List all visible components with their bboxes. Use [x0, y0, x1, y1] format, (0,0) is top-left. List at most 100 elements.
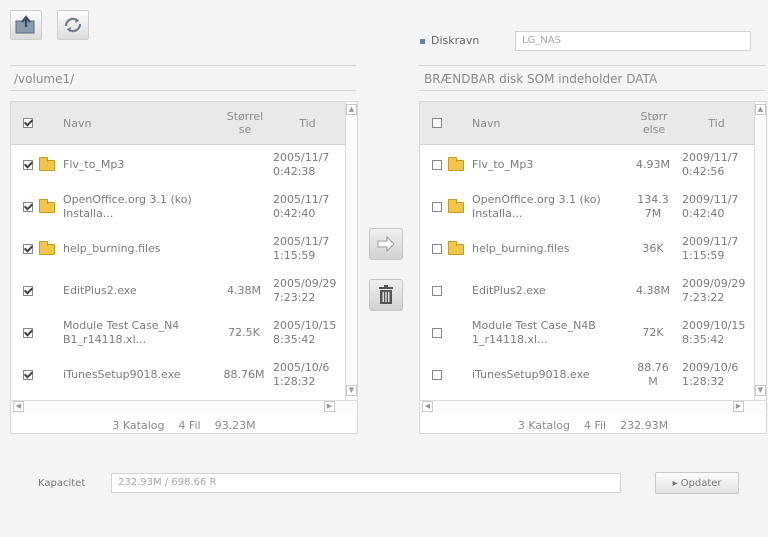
table-header: Navn Størr else Tid: [420, 102, 754, 145]
file-time: 2009/09/29 7:23:22: [682, 277, 746, 304]
file-time: 2009/11/7 0:42:40: [682, 193, 739, 220]
right-file-panel: Navn Størr else Tid Flv_to_Mp3 4.93M 2009/…: [419, 101, 767, 434]
scroll-up-button[interactable]: ▲: [346, 104, 357, 115]
file-size: 4.38M: [227, 284, 261, 297]
table-header: Navn Størrel se Tid: [11, 102, 345, 145]
table-row[interactable]: EditPlus2.exe 4.38M 2009/09/29 7:23:22: [420, 270, 754, 312]
folder-icon: [448, 241, 464, 255]
right-summary: 3 Katalog 4 Fil 232.93M: [420, 419, 766, 432]
row-checkbox[interactable]: [23, 202, 33, 212]
file-name[interactable]: iTunesSetup9018.exe: [63, 368, 223, 382]
copy-right-button[interactable]: [369, 228, 403, 260]
file-name[interactable]: EditPlus2.exe: [63, 284, 223, 298]
scroll-left-button[interactable]: ◀: [422, 401, 433, 412]
table-row[interactable]: OpenOffice.org 3.1 (ko) Installa... 2005/…: [11, 186, 345, 228]
row-checkbox[interactable]: [432, 370, 442, 380]
file-name[interactable]: help_burning.files: [472, 242, 632, 256]
disk-name-input[interactable]: LG_NAS: [515, 31, 751, 51]
file-time: 2009/11/7 0:42:56: [682, 151, 739, 178]
file-name[interactable]: Flv_to_Mp3: [63, 158, 223, 172]
folder-icon: [39, 157, 55, 171]
table-row[interactable]: help_burning.files 36K 2009/11/7 1:15:59: [420, 228, 754, 270]
file-name[interactable]: Flv_to_Mp3: [472, 158, 632, 172]
folder-icon: [448, 199, 464, 213]
vertical-scrollbar[interactable]: ▲ ▼: [345, 102, 357, 400]
delete-button[interactable]: [369, 279, 403, 311]
upload-button[interactable]: [10, 10, 42, 40]
row-checkbox[interactable]: [23, 286, 33, 296]
disk-name-label: Diskravn: [431, 34, 480, 47]
table-row[interactable]: OpenOffice.org 3.1 (ko) Installa... 134.3…: [420, 186, 754, 228]
table-row[interactable]: Flv_to_Mp3 2005/11/7 0:42:38: [11, 144, 345, 186]
file-time: 2005/11/7 0:42:40: [273, 193, 330, 220]
file-size: 88.76 M: [637, 361, 669, 388]
row-checkbox[interactable]: [432, 160, 442, 170]
file-size: 4.38M: [636, 284, 670, 297]
table-row[interactable]: iTunesSetup9018.exe 88.76 M 2009/10/6 1:28…: [420, 354, 754, 396]
select-all-checkbox[interactable]: [23, 118, 33, 128]
file-name[interactable]: iTunesSetup9018.exe: [472, 368, 632, 382]
capacity-label: Kapacitet: [38, 478, 86, 489]
file-size: 88.76M: [223, 368, 265, 381]
file-name[interactable]: EditPlus2.exe: [472, 284, 632, 298]
column-header-time[interactable]: Tid: [679, 102, 754, 144]
folder-icon: [39, 241, 55, 255]
file-time: 2005/11/7 0:42:38: [273, 151, 330, 178]
dir-count: 3 Katalog: [517, 419, 570, 432]
scroll-down-button[interactable]: ▼: [346, 385, 357, 396]
scroll-right-button[interactable]: ▶: [324, 401, 335, 412]
column-header-time[interactable]: Tid: [270, 102, 345, 144]
file-name[interactable]: Module Test Case_N4 B1_r14118.xl...: [63, 319, 223, 347]
disk-bullet: [420, 39, 425, 44]
file-size: 36K: [642, 242, 664, 255]
arrow-right-icon: [377, 236, 395, 252]
row-checkbox[interactable]: [23, 370, 33, 380]
file-count: 4 Fil: [583, 419, 607, 432]
refresh-capacity-button[interactable]: ▸ Opdater: [655, 472, 739, 494]
table-row[interactable]: help_burning.files 2005/11/7 1:15:59: [11, 228, 345, 270]
horizontal-scrollbar[interactable]: ◀ ▶: [11, 400, 357, 414]
select-all-checkbox[interactable]: [432, 118, 442, 128]
row-checkbox[interactable]: [23, 244, 33, 254]
file-time: 2005/10/6 1:28:32: [273, 361, 330, 388]
file-name[interactable]: help_burning.files: [63, 242, 223, 256]
table-row[interactable]: Flv_to_Mp3 4.93M 2009/11/7 0:42:56: [420, 144, 754, 186]
file-time: 2005/11/7 1:15:59: [273, 235, 330, 262]
table-row[interactable]: EditPlus2.exe 4.38M 2005/09/29 7:23:22: [11, 270, 345, 312]
select-all-cell[interactable]: [11, 102, 45, 144]
left-path-divider: [10, 90, 356, 91]
row-checkbox[interactable]: [23, 328, 33, 338]
row-checkbox[interactable]: [432, 328, 442, 338]
file-name[interactable]: Module Test Case_N4B 1_r14118.xl...: [472, 319, 632, 347]
scroll-left-button[interactable]: ◀: [13, 401, 24, 412]
left-path: /volume1/: [14, 72, 75, 86]
file-time: 2005/10/15 8:35:42: [273, 319, 337, 346]
row-checkbox[interactable]: [23, 160, 33, 170]
column-header-name[interactable]: Navn: [45, 102, 220, 144]
table-row[interactable]: iTunesSetup9018.exe 88.76M 2005/10/6 1:28:…: [11, 354, 345, 396]
row-checkbox[interactable]: [432, 244, 442, 254]
refresh-button[interactable]: [57, 10, 89, 40]
table-row[interactable]: Module Test Case_N4B 1_r14118.xl... 72K 20…: [420, 312, 754, 354]
row-checkbox[interactable]: [432, 286, 442, 296]
folder-upload-icon: [15, 15, 35, 34]
scroll-right-button[interactable]: ▶: [733, 401, 744, 412]
select-all-cell[interactable]: [420, 102, 454, 144]
row-checkbox[interactable]: [432, 202, 442, 212]
table-row[interactable]: Module Test Case_N4 B1_r14118.xl... 72.5K…: [11, 312, 345, 354]
scroll-down-button[interactable]: ▼: [755, 385, 766, 396]
column-header-size[interactable]: Størr else: [629, 102, 679, 144]
vertical-scrollbar[interactable]: ▲ ▼: [754, 102, 766, 400]
file-size: 72K: [642, 326, 664, 339]
file-size: 134.3 7M: [637, 193, 669, 220]
column-header-size[interactable]: Størrel se: [220, 102, 270, 144]
file-name[interactable]: OpenOffice.org 3.1 (ko) Installa...: [472, 193, 632, 221]
total-size: 232.93M: [620, 419, 669, 432]
horizontal-scrollbar[interactable]: ◀ ▶: [420, 400, 766, 414]
left-summary: 3 Katalog 4 Fil 93.23M: [11, 419, 357, 432]
file-name[interactable]: OpenOffice.org 3.1 (ko) Installa...: [63, 193, 223, 221]
dir-count: 3 Katalog: [112, 419, 165, 432]
column-header-name[interactable]: Navn: [454, 102, 629, 144]
scroll-up-button[interactable]: ▲: [755, 104, 766, 115]
file-size: 72.5K: [228, 326, 260, 339]
